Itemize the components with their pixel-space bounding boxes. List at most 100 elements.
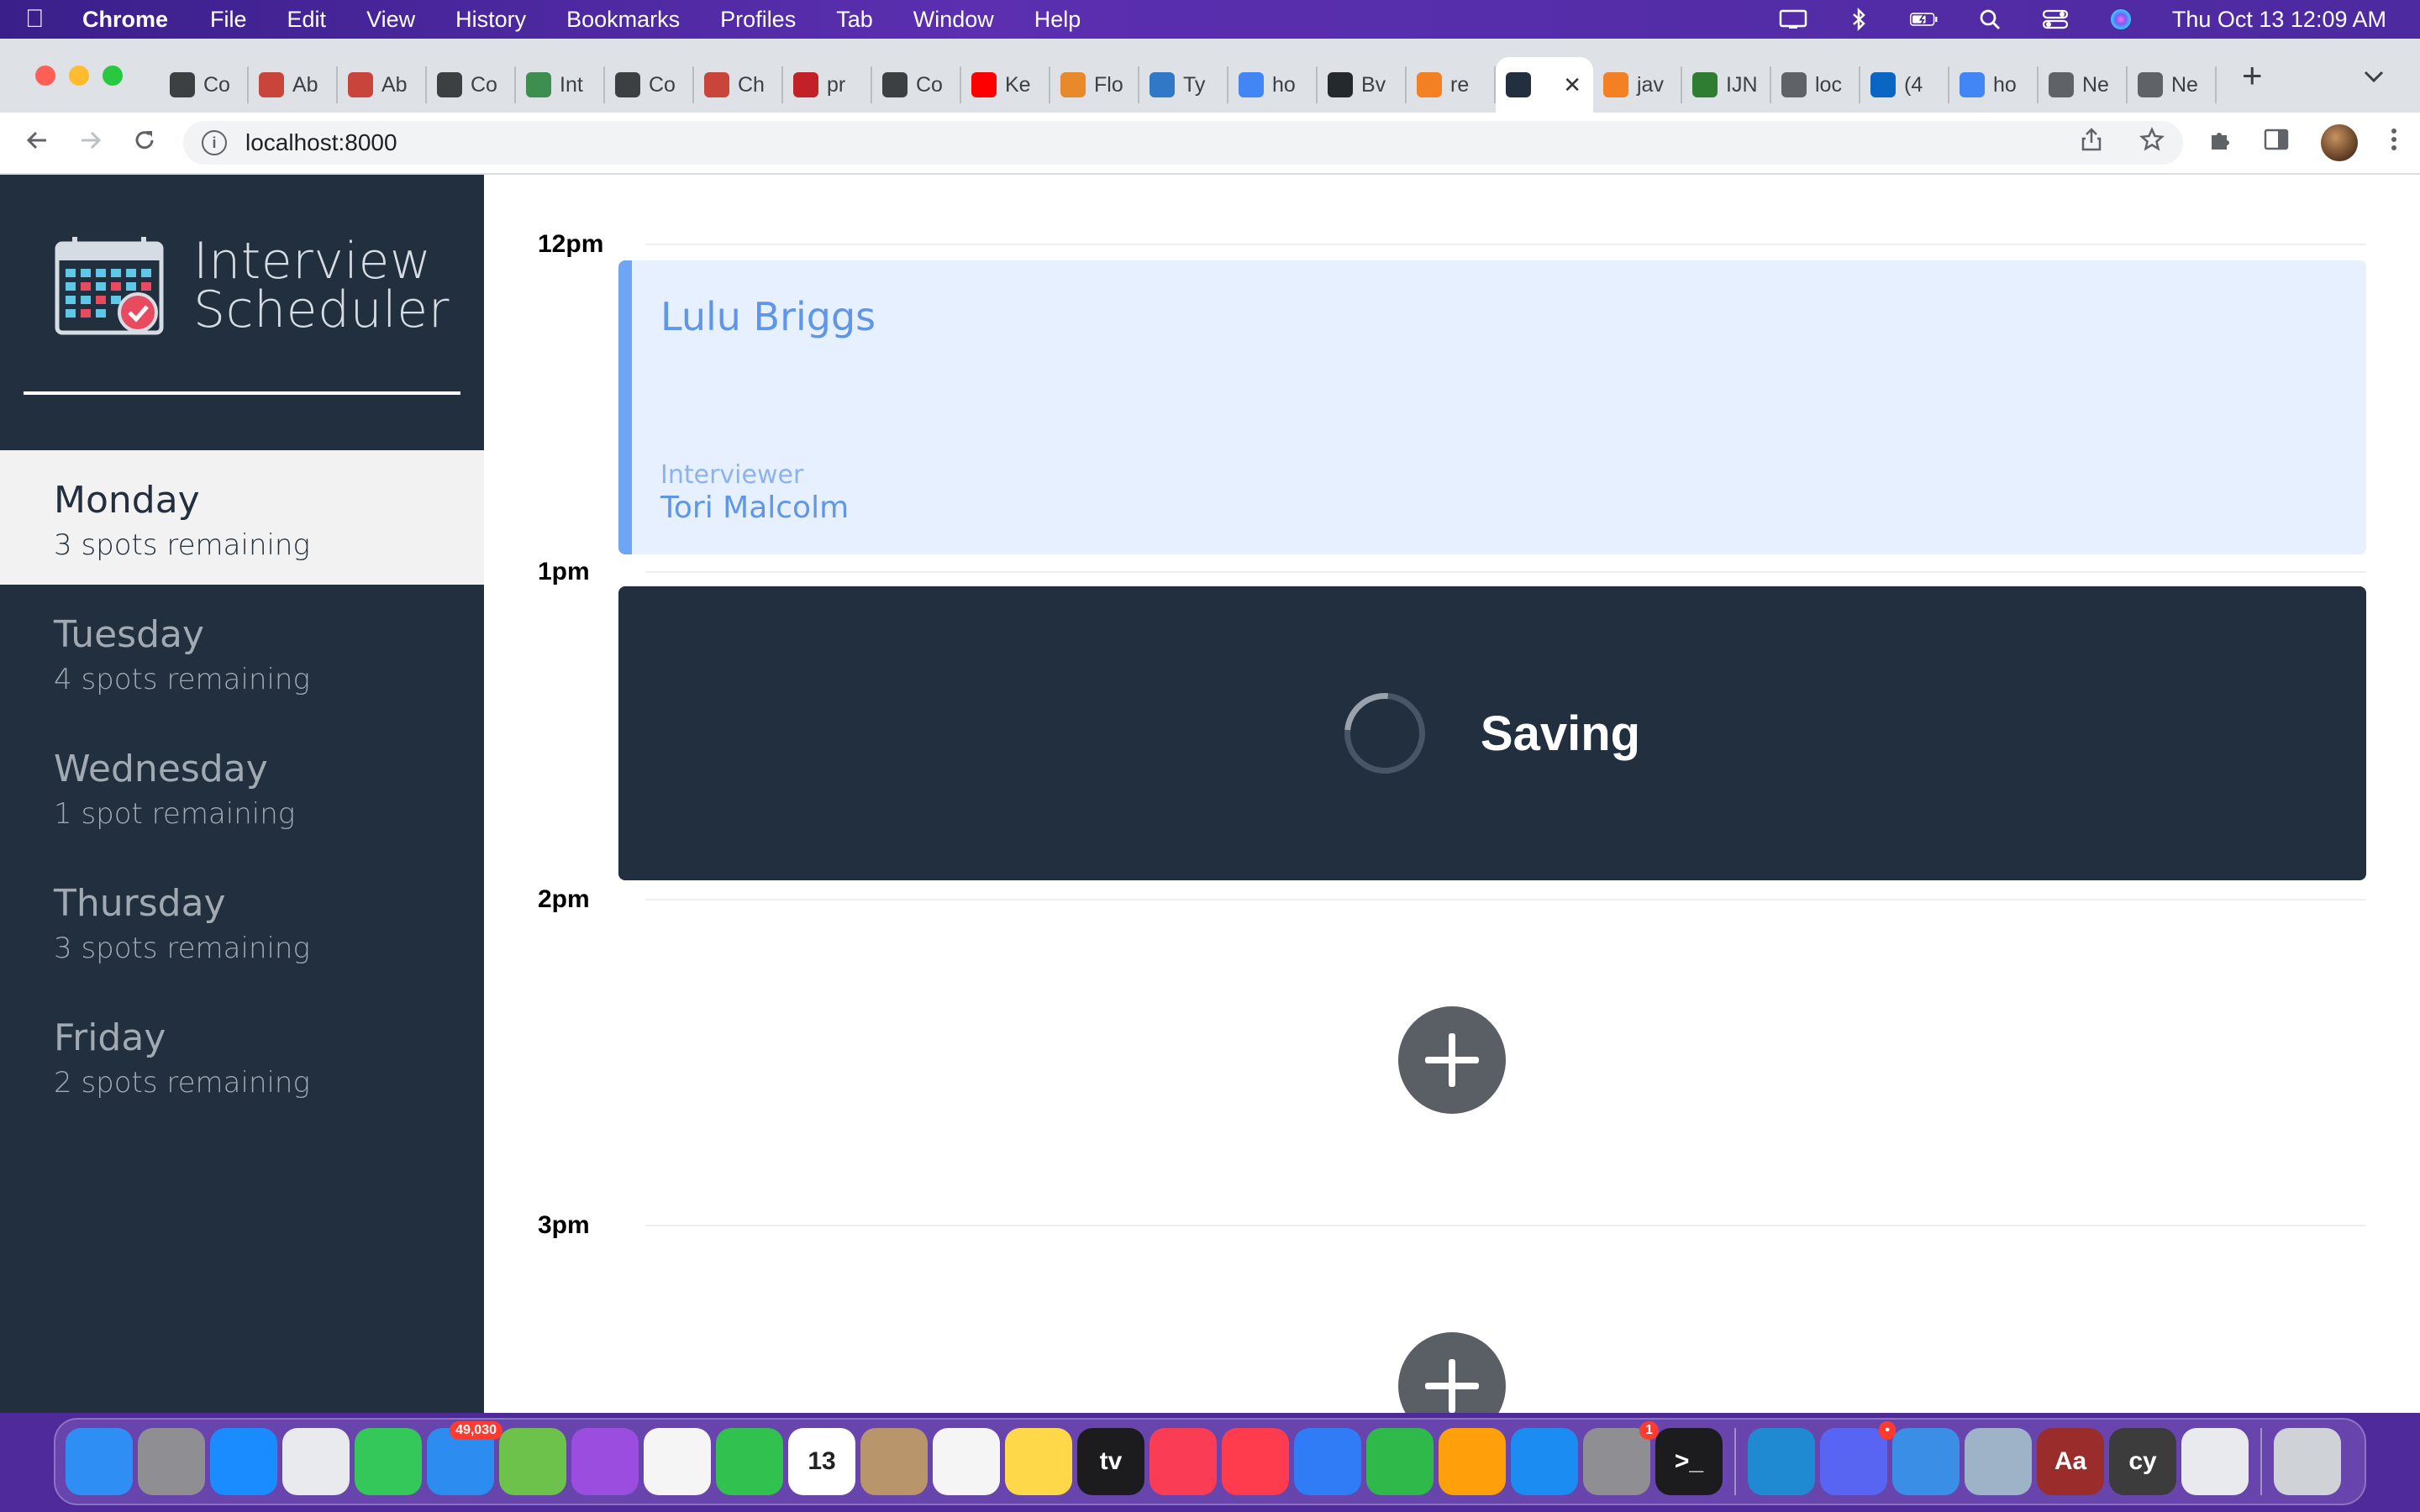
browser-tab[interactable]: Ty bbox=[1139, 66, 1228, 103]
podcasts-icon[interactable] bbox=[571, 1428, 639, 1495]
browser-tab[interactable]: re bbox=[1407, 66, 1496, 103]
extensions-puzzle-icon[interactable] bbox=[2207, 127, 2232, 159]
menubar-clock[interactable]: Thu Oct 13 12:09 AM bbox=[2172, 7, 2386, 33]
day-item-tuesday[interactable]: Tuesday 4 spots remaining bbox=[0, 585, 484, 719]
control-center-icon[interactable] bbox=[2041, 8, 2070, 31]
browser-tab[interactable]: Flo bbox=[1050, 66, 1139, 103]
appstore-icon[interactable] bbox=[1511, 1428, 1578, 1495]
menu-bookmarks[interactable]: Bookmarks bbox=[566, 7, 680, 33]
minimize-window-button[interactable] bbox=[69, 66, 89, 86]
fullscreen-window-button[interactable] bbox=[103, 66, 123, 86]
browser-tab[interactable]: Ab bbox=[338, 66, 427, 103]
browser-tab[interactable]: ho bbox=[1228, 66, 1318, 103]
photos-icon[interactable] bbox=[644, 1428, 711, 1495]
menu-view[interactable]: View bbox=[366, 7, 415, 33]
keynote-icon[interactable] bbox=[1294, 1428, 1361, 1495]
facetime-icon[interactable] bbox=[716, 1428, 783, 1495]
tv-icon[interactable]: tv bbox=[1077, 1428, 1144, 1495]
day-item-thursday[interactable]: Thursday 3 spots remaining bbox=[0, 853, 484, 988]
browser-tab[interactable]: ho bbox=[1949, 66, 2039, 103]
day-item-friday[interactable]: Friday 2 spots remaining bbox=[0, 988, 484, 1122]
browser-tab[interactable]: Int bbox=[516, 66, 605, 103]
profile-avatar[interactable] bbox=[2321, 124, 2358, 161]
browser-tab[interactable]: IJN bbox=[1682, 66, 1771, 103]
add-appointment-button[interactable] bbox=[1398, 1332, 1506, 1413]
browser-tab[interactable]: Co bbox=[872, 66, 961, 103]
pages-icon[interactable] bbox=[1439, 1428, 1506, 1495]
preview-icon[interactable] bbox=[1965, 1428, 2032, 1495]
add-appointment-button[interactable] bbox=[1398, 1006, 1506, 1114]
forward-button[interactable] bbox=[64, 125, 118, 160]
vscode-icon[interactable] bbox=[1748, 1428, 1815, 1495]
day-item-monday[interactable]: Monday 3 spots remaining bbox=[0, 450, 484, 585]
news-icon[interactable] bbox=[1222, 1428, 1289, 1495]
reminders-icon[interactable] bbox=[933, 1428, 1000, 1495]
new-tab-button[interactable]: + bbox=[2242, 55, 2263, 96]
browser-tab-active[interactable]: ✕ bbox=[1496, 57, 1593, 113]
share-icon[interactable] bbox=[2081, 127, 2102, 159]
url-text[interactable]: localhost:8000 bbox=[245, 129, 397, 156]
messages-icon[interactable] bbox=[355, 1428, 422, 1495]
day-item-wednesday[interactable]: Wednesday 1 spot remaining bbox=[0, 719, 484, 853]
cypress-icon[interactable]: cy bbox=[2109, 1428, 2176, 1495]
notes-icon[interactable] bbox=[1005, 1428, 1072, 1495]
discord-icon[interactable]: • bbox=[1820, 1421, 1896, 1495]
apple-menu-icon[interactable]:  bbox=[25, 5, 66, 34]
menu-file[interactable]: File bbox=[210, 7, 247, 33]
xcode-icon[interactable] bbox=[1892, 1428, 1960, 1495]
browser-tab[interactable]: Ab bbox=[249, 66, 338, 103]
maps-icon[interactable] bbox=[499, 1428, 566, 1495]
browser-tab[interactable]: Ne bbox=[2039, 66, 2128, 103]
browser-tab[interactable]: Co bbox=[427, 66, 516, 103]
spotlight-search-icon[interactable] bbox=[1975, 8, 2004, 31]
menu-window[interactable]: Window bbox=[913, 7, 994, 33]
finder-icon[interactable] bbox=[66, 1428, 133, 1495]
bookmark-star-icon[interactable] bbox=[2139, 126, 2165, 159]
close-tab-icon[interactable]: ✕ bbox=[1563, 72, 1581, 98]
mail-icon[interactable]: 49,030 bbox=[427, 1421, 502, 1495]
menu-help[interactable]: Help bbox=[1034, 7, 1081, 33]
display-icon[interactable] bbox=[1779, 8, 1807, 31]
browser-tab[interactable]: Ke bbox=[961, 66, 1050, 103]
compass-icon bbox=[170, 72, 195, 97]
calendar-icon[interactable]: 13 bbox=[788, 1428, 855, 1495]
address-bar[interactable]: i localhost:8000 bbox=[183, 121, 2183, 165]
browser-tab[interactable]: Co bbox=[160, 66, 249, 103]
menu-history[interactable]: History bbox=[455, 7, 526, 33]
menu-app-name[interactable]: Chrome bbox=[82, 7, 168, 33]
side-panel-icon[interactable] bbox=[2264, 128, 2289, 158]
close-window-button[interactable] bbox=[35, 66, 55, 86]
chrome-menu-icon[interactable] bbox=[2390, 127, 2398, 159]
appointment-card[interactable]: Lulu Briggs Interviewer Tori Malcolm bbox=[618, 260, 2366, 554]
siri-icon[interactable] bbox=[2107, 8, 2135, 31]
battery-icon[interactable] bbox=[1909, 8, 1939, 31]
browser-tab[interactable]: Ch bbox=[694, 66, 783, 103]
menu-profiles[interactable]: Profiles bbox=[720, 7, 796, 33]
contacts-icon[interactable] bbox=[860, 1428, 928, 1495]
menu-tab[interactable]: Tab bbox=[836, 7, 873, 33]
dictionary-icon[interactable]: Aa bbox=[2037, 1428, 2104, 1495]
numbers-icon[interactable] bbox=[1366, 1428, 1434, 1495]
menu-edit[interactable]: Edit bbox=[287, 7, 327, 33]
launchpad-icon[interactable] bbox=[138, 1428, 205, 1495]
browser-tab[interactable]: Bv bbox=[1318, 66, 1407, 103]
browser-tab[interactable]: (4 bbox=[1860, 66, 1949, 103]
browser-tab[interactable]: pr bbox=[783, 66, 872, 103]
site-info-icon[interactable]: i bbox=[202, 130, 227, 155]
chrome-icon[interactable] bbox=[282, 1428, 350, 1495]
back-button[interactable] bbox=[10, 125, 64, 160]
browser-tab[interactable]: loc bbox=[1771, 66, 1860, 103]
browser-tab[interactable]: jav bbox=[1593, 66, 1682, 103]
trash-icon[interactable] bbox=[2274, 1428, 2341, 1495]
reload-button[interactable] bbox=[118, 125, 171, 160]
browser-tab[interactable]: Co bbox=[605, 66, 694, 103]
music-icon[interactable] bbox=[1150, 1428, 1217, 1495]
terminal-icon[interactable]: >_ bbox=[1655, 1428, 1723, 1495]
system-preferences-icon[interactable]: 1 bbox=[1583, 1421, 1659, 1495]
browser-tab[interactable]: Ne bbox=[2128, 66, 2217, 103]
tab-list: Co Ab Ab Co Int Co Ch pr Co Ke Flo Ty ho Bv re ✕ jav IJN l… bbox=[160, 39, 2217, 113]
bluetooth-icon[interactable] bbox=[1844, 8, 1873, 31]
tab-search-chevron-icon[interactable] bbox=[2363, 61, 2385, 90]
safari-icon[interactable] bbox=[210, 1428, 277, 1495]
chrome-icon[interactable] bbox=[2181, 1428, 2249, 1495]
